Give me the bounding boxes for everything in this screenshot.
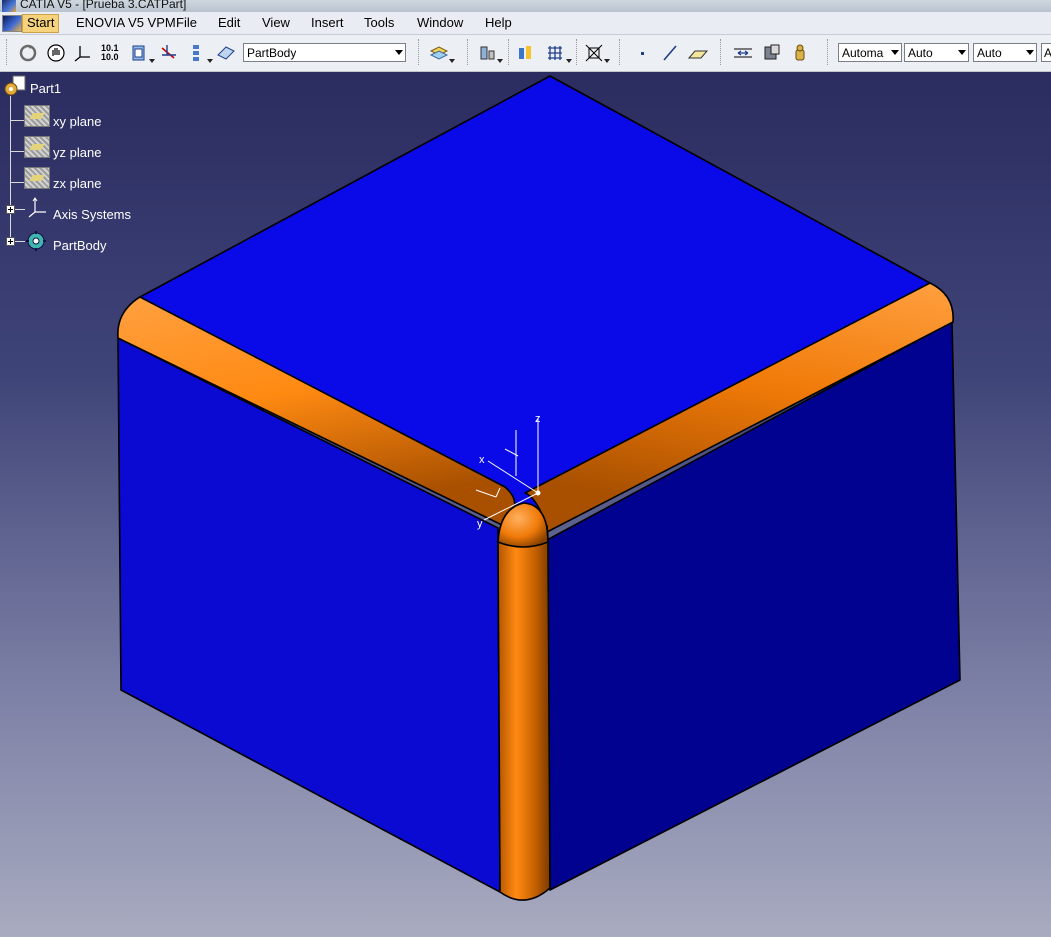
title-bar: CATIA V5 - [Prueba 3.CATPart] (0, 0, 1051, 12)
plane-icon[interactable] (24, 167, 50, 189)
menu-insert[interactable]: Insert (311, 15, 344, 30)
formula-icon[interactable]: 10.1 10.0 (99, 42, 121, 64)
tree-item-axis-systems[interactable]: Axis Systems (53, 207, 131, 222)
axis-label-z: z (535, 413, 541, 425)
line-type-combo[interactable]: Auto (973, 43, 1037, 62)
layers-icon[interactable] (428, 42, 450, 64)
toolbar-grip[interactable] (827, 39, 830, 65)
save-icon[interactable] (761, 42, 783, 64)
line-weight-value: Auto (908, 46, 933, 60)
svg-text:10.0: 10.0 (101, 52, 119, 62)
measure-icon[interactable] (732, 42, 754, 64)
material-icon[interactable] (477, 42, 499, 64)
chevron-down-icon[interactable] (958, 50, 966, 55)
chevron-down-icon[interactable] (1026, 50, 1034, 55)
line-type-value: Auto (977, 46, 1002, 60)
grid-dropdown-arrow[interactable] (566, 59, 572, 63)
part-icon[interactable] (3, 75, 29, 99)
snap-dropdown-arrow[interactable] (604, 59, 610, 63)
line-color-value: Automa (842, 46, 884, 60)
menu-enovia[interactable]: ENOVIA V5 VPM (76, 15, 176, 30)
plane-tool-icon[interactable] (687, 42, 709, 64)
menu-bar: Start ENOVIA V5 VPM File Edit View Inser… (0, 12, 1051, 35)
toolbar-grip[interactable] (508, 39, 511, 65)
fillet-vertical (497, 539, 551, 901)
body-selector[interactable]: PartBody (243, 43, 406, 62)
line-normal-icon[interactable] (158, 42, 180, 64)
hierarchy-dropdown-arrow[interactable] (207, 59, 213, 63)
line-color-combo[interactable]: Automa (838, 43, 902, 62)
window-title: CATIA V5 - [Prueba 3.CATPart] (20, 0, 187, 11)
menu-tools[interactable]: Tools (364, 15, 394, 30)
spec-tree: Part1 xy plane yz plane zx plane Axis Sy… (0, 72, 140, 262)
update-icon[interactable] (17, 42, 39, 64)
line-weight-combo[interactable]: Auto (904, 43, 969, 62)
plane-icon[interactable] (24, 105, 50, 127)
toolbar-grip[interactable] (619, 39, 622, 65)
layer-value: A (1044, 46, 1051, 60)
toolbar-grip[interactable] (467, 39, 470, 65)
tree-item-partbody[interactable]: PartBody (53, 238, 106, 253)
point-icon[interactable] (631, 42, 653, 64)
toolbar-grip[interactable] (576, 39, 579, 65)
tree-trunk (10, 96, 11, 242)
analysis-icon[interactable] (515, 42, 537, 64)
tree-item-zx-plane[interactable]: zx plane (53, 176, 101, 191)
axis-system-icon[interactable] (71, 42, 93, 64)
menu-help[interactable]: Help (485, 15, 512, 30)
3d-viewport[interactable]: z x y Part1 xy plane yz plane zx plane A… (0, 72, 1051, 937)
toolbar-grip[interactable] (6, 39, 9, 65)
plane-icon[interactable] (215, 42, 237, 64)
tree-item-xy-plane[interactable]: xy plane (53, 114, 101, 129)
sketch-icon[interactable] (128, 42, 150, 64)
catia-logo-icon[interactable] (2, 15, 22, 32)
tree-item-yz-plane[interactable]: yz plane (53, 145, 101, 160)
body-selector-value: PartBody (247, 46, 297, 60)
toolbar: 10.1 10.0 PartBody Automa Auto Auto A (0, 35, 1051, 72)
catia-app-icon (2, 0, 16, 12)
axis-label-x: x (479, 454, 485, 466)
hand-icon[interactable] (45, 42, 67, 64)
plane-icon[interactable] (24, 136, 50, 158)
menu-window[interactable]: Window (417, 15, 463, 30)
menu-edit[interactable]: Edit (218, 15, 240, 30)
part-geometry[interactable]: z x y (0, 72, 1051, 937)
layers-dropdown-arrow[interactable] (449, 59, 455, 63)
layer-combo[interactable]: A (1041, 43, 1051, 62)
tree-branch (10, 151, 24, 152)
toolbar-grip[interactable] (418, 39, 421, 65)
material-dropdown-arrow[interactable] (497, 59, 503, 63)
toolbar-grip[interactable] (720, 39, 723, 65)
menu-file[interactable]: File (176, 15, 197, 30)
menu-start[interactable]: Start (22, 14, 60, 33)
expand-axis-systems-icon[interactable] (6, 205, 15, 214)
inertia-icon[interactable] (789, 42, 811, 64)
tree-branch (10, 182, 24, 183)
snap-icon[interactable] (583, 42, 605, 64)
hierarchy-icon[interactable] (186, 42, 208, 64)
sketch-dropdown-arrow[interactable] (149, 59, 155, 63)
grid-icon[interactable] (544, 42, 566, 64)
chevron-down-icon[interactable] (395, 50, 403, 55)
line-icon[interactable] (659, 42, 681, 64)
tree-branch (10, 120, 24, 121)
partbody-icon[interactable] (24, 229, 48, 253)
menu-view[interactable]: View (262, 15, 290, 30)
axis-systems-icon[interactable] (26, 196, 48, 218)
axis-label-y: y (477, 518, 483, 530)
tree-root-part1[interactable]: Part1 (30, 81, 61, 96)
tree-branch (15, 209, 25, 210)
chevron-down-icon[interactable] (891, 50, 899, 55)
expand-partbody-icon[interactable] (6, 237, 15, 246)
